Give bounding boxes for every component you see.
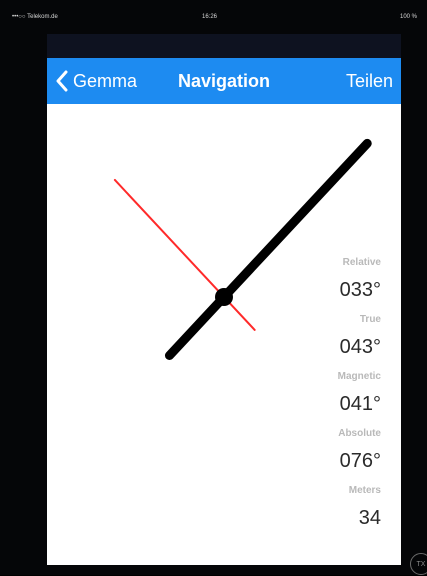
navigation-bar: Gemma Navigation Teilen bbox=[47, 58, 401, 104]
compass-pivot bbox=[215, 288, 233, 306]
readout-label-magnetic: Magnetic bbox=[337, 371, 381, 382]
readout-label-absolute: Absolute bbox=[338, 428, 381, 439]
readout-value-relative: 033° bbox=[339, 279, 381, 301]
readout-value-true: 043° bbox=[339, 336, 381, 358]
relative-bearing-pointer bbox=[113, 178, 256, 331]
readout-label-meters: Meters bbox=[348, 485, 381, 496]
status-bar: •••○○ Telekom.de 16:26 100 % bbox=[12, 12, 417, 24]
status-time: 16:26 bbox=[202, 14, 218, 20]
bearing-readouts: Relative 033° True 043° Magnetic 041° Absolute… bbox=[271, 256, 381, 541]
navigation-content: Relative 033° True 043° Magnetic 041° Absolute… bbox=[47, 104, 401, 565]
readout-label-relative: Relative bbox=[342, 257, 381, 268]
readout-value-meters: 34 bbox=[358, 507, 381, 529]
readout-label-true: True bbox=[359, 314, 381, 325]
battery-indicator: 100 % bbox=[399, 14, 417, 20]
app-top-band bbox=[47, 34, 401, 58]
carrier-signal: •••○○ Telekom.de bbox=[12, 14, 58, 20]
share-button[interactable]: Teilen bbox=[346, 71, 393, 92]
readout-value-magnetic: 041° bbox=[339, 393, 381, 415]
corner-badge: TX bbox=[410, 553, 427, 575]
readout-value-absolute: 076° bbox=[339, 450, 381, 472]
screen-frame: •••○○ Telekom.de 16:26 100 % Gemma Navig… bbox=[0, 0, 427, 575]
